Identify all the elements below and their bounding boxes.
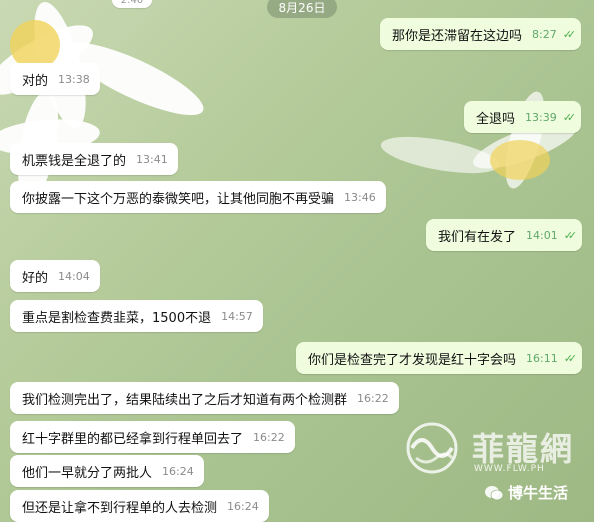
message-text: 但还是让拿不到行程单的人去检测: [22, 500, 218, 516]
message-text: 我们有在发了: [438, 229, 517, 245]
message-text: 好的: [22, 270, 49, 286]
incoming-message[interactable]: 好的 14:04: [10, 260, 100, 292]
incoming-message[interactable]: 你披露一下这个万恶的泰微笑吧，让其他同胞不再受骗 13:46: [10, 181, 386, 213]
double-check-icon: ✓✓: [563, 228, 578, 242]
message-text: 我们检测完出了，结果陆续出了之后才知道有两个检测群: [22, 392, 348, 408]
outgoing-message[interactable]: 我们有在发了 14:01 ✓✓: [426, 219, 583, 251]
message-time: 13:39: [525, 110, 557, 124]
double-check-icon: ✓✓: [562, 110, 577, 124]
incoming-message[interactable]: 对的 13:38: [10, 63, 100, 95]
incoming-message[interactable]: 机票钱是全退了的 13:41: [10, 143, 178, 175]
date-separator: 8月26日: [267, 0, 337, 18]
message-time: 8:27: [532, 27, 557, 41]
message-text: 你们是检查完了才发现是红十字会吗: [308, 352, 517, 368]
message-time: 13:41: [136, 152, 168, 166]
incoming-message[interactable]: 红十字群里的都已经拿到行程单回去了 16:22: [10, 421, 295, 453]
outgoing-message[interactable]: 那你是还滞留在这边吗 8:27 ✓✓: [380, 18, 582, 50]
message-text: 全退吗: [476, 111, 516, 127]
message-text: 机票钱是全退了的: [22, 153, 127, 169]
message-time: 14:57: [221, 309, 253, 323]
double-check-icon: ✓✓: [562, 27, 577, 41]
message-text: 对的: [22, 73, 49, 89]
incoming-message[interactable]: 但还是让拿不到行程单的人去检测 16:24: [10, 490, 269, 522]
wechat-account-icon: [485, 486, 504, 501]
message-text: 他们一早就分了两批人: [22, 465, 153, 481]
message-text: 重点是割检查费韭菜，1500不退: [22, 310, 212, 326]
message-time: 16:24: [162, 464, 194, 478]
message-time: 16:24: [227, 499, 259, 513]
incoming-message[interactable]: 他们一早就分了两批人 16:24: [10, 455, 204, 487]
message-text: 红十字群里的都已经拿到行程单回去了: [22, 431, 244, 447]
watermark-account: 博牛生活: [508, 484, 569, 502]
outgoing-message[interactable]: 全退吗 13:39 ✓✓: [464, 101, 582, 133]
outgoing-message[interactable]: 你们是检查完了才发现是红十字会吗 16:11 ✓✓: [296, 342, 583, 374]
incoming-message[interactable]: 我们检测完出了，结果陆续出了之后才知道有两个检测群 16:22: [10, 382, 399, 414]
message-time: 13:38: [58, 72, 90, 86]
message-time: 16:11: [526, 351, 558, 365]
message-text: 你披露一下这个万恶的泰微笑吧，让其他同胞不再受骗: [22, 191, 335, 207]
watermark-url: WWW.FLW.PH: [474, 464, 545, 474]
message-time: 14:04: [58, 269, 90, 283]
message-time: 16:22: [253, 430, 285, 444]
partial-message-time: 2:40: [112, 0, 152, 8]
incoming-message[interactable]: 重点是割检查费韭菜，1500不退 14:57: [10, 300, 263, 332]
message-time: 16:22: [357, 391, 389, 405]
double-check-icon: ✓✓: [563, 351, 578, 365]
message-text: 那你是还滞留在这边吗: [392, 28, 523, 44]
watermark: 菲龍網 WWW.FLW.PH 博牛生活: [396, 418, 586, 514]
dragon-logo-icon: [406, 422, 458, 474]
message-time: 14:01: [526, 228, 558, 242]
message-time: 13:46: [344, 190, 376, 204]
